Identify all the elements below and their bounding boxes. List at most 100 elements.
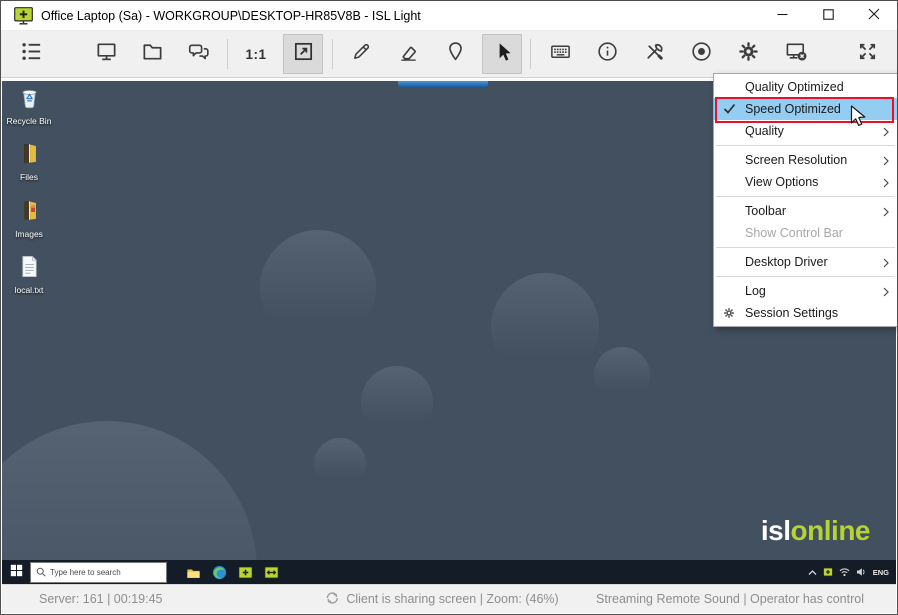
background-bubble <box>260 230 376 346</box>
record-button[interactable] <box>681 34 721 74</box>
desktop-icon-label: Files <box>20 172 38 183</box>
checkmark-icon <box>723 102 736 115</box>
desktop-icon-local-txt[interactable]: local.txt <box>5 253 53 295</box>
desktop-icon-label: local.txt <box>14 285 44 296</box>
isl-light-app-icon <box>14 6 33 25</box>
menu-item-show-control-bar: Show Control Bar <box>745 226 843 240</box>
menu-item-quality-optimized[interactable]: Quality Optimized <box>714 76 897 98</box>
minimize-icon <box>777 7 788 25</box>
maximize-button[interactable] <box>805 1 851 30</box>
file-explorer-taskbar-icon[interactable] <box>180 560 206 585</box>
monitor-button[interactable] <box>86 34 126 74</box>
menu-item-session-settings[interactable]: Session Settings <box>714 302 897 324</box>
recycle-bin-icon <box>16 84 43 116</box>
tools-icon <box>643 40 666 68</box>
remote-taskbar: ENG <box>2 560 896 585</box>
menu-item-screen-resolution[interactable]: Screen Resolution <box>714 149 897 171</box>
menu-item-log[interactable]: Log <box>714 280 897 302</box>
menu-item-toolbar[interactable]: Toolbar <box>714 200 897 222</box>
background-bubble <box>491 273 599 381</box>
files-folder-icon <box>16 140 43 172</box>
window-controls <box>759 1 897 30</box>
toolbar: 1:1 <box>1 31 897 78</box>
submenu-arrow-icon <box>883 126 889 137</box>
actual-size-button[interactable]: 1:1 <box>236 34 276 74</box>
draw-button[interactable] <box>341 34 381 74</box>
toolbar-separator <box>227 39 228 69</box>
isl-light-window: Office Laptop (Sa) - WORKGROUP\DESKTOP-H… <box>0 0 898 615</box>
keyboard-button[interactable] <box>540 34 580 74</box>
fit-screen-button[interactable] <box>283 34 323 74</box>
menu-item-quality[interactable]: Quality <box>714 120 897 142</box>
system-info-button[interactable] <box>587 34 627 74</box>
start-button[interactable] <box>2 560 30 585</box>
menu-separator <box>716 276 895 277</box>
tray-network-icon[interactable] <box>839 564 850 582</box>
menu-item-desktop-driver[interactable]: Desktop Driver <box>714 251 897 273</box>
desktop-icon-label: Images <box>15 228 43 239</box>
system-tray: ENG <box>808 560 896 585</box>
end-session-button[interactable] <box>776 34 816 74</box>
menu-separator <box>716 247 895 248</box>
minimize-button[interactable] <box>759 1 805 30</box>
eraser-icon <box>397 40 420 68</box>
record-icon <box>690 40 713 68</box>
taskbar-search[interactable] <box>30 562 167 583</box>
keyboard-icon <box>549 40 572 68</box>
cursor-button[interactable] <box>482 34 522 74</box>
status-server-info: Server: 161 | 00:19:45 <box>39 592 163 606</box>
tray-language-indicator[interactable]: ENG <box>873 568 889 577</box>
info-icon <box>596 40 619 68</box>
edge-browser-taskbar-icon[interactable] <box>206 560 232 585</box>
background-bubble <box>314 438 366 490</box>
search-input[interactable] <box>50 568 161 577</box>
actual-size-label: 1:1 <box>245 46 267 62</box>
view-options-menu: Quality Optimized Speed Optimized Qualit… <box>713 73 897 327</box>
isl-transfer-taskbar-icon[interactable] <box>258 560 284 585</box>
titlebar[interactable]: Office Laptop (Sa) - WORKGROUP\DESKTOP-H… <box>1 1 897 31</box>
pointer-pin-icon <box>444 40 467 68</box>
submenu-arrow-icon <box>883 155 889 166</box>
toolbar-separator <box>332 39 333 69</box>
isl-light-taskbar-icon[interactable] <box>232 560 258 585</box>
desktop-icon-recycle-bin[interactable]: Recycle Bin <box>5 84 53 126</box>
chat-button[interactable] <box>179 34 219 74</box>
menu-item-speed-optimized[interactable]: Speed Optimized <box>714 98 897 120</box>
session-list-button[interactable] <box>11 34 51 74</box>
control-bar-tab[interactable] <box>398 81 488 87</box>
admin-tools-button[interactable] <box>634 34 674 74</box>
folder-icon <box>141 40 164 68</box>
desktop-icon-images[interactable]: Images <box>5 197 53 239</box>
menu-separator <box>716 196 895 197</box>
close-icon <box>868 7 880 25</box>
file-transfer-button[interactable] <box>132 34 172 74</box>
laser-pointer-button[interactable] <box>435 34 475 74</box>
erase-button[interactable] <box>388 34 428 74</box>
desktop-icon-files[interactable]: Files <box>5 140 53 182</box>
desktop-icon-label: Recycle Bin <box>6 116 52 126</box>
background-bubble <box>361 366 433 438</box>
fullscreen-icon <box>856 40 879 68</box>
fullscreen-button[interactable] <box>847 34 887 74</box>
windows-logo-icon <box>10 564 23 582</box>
submenu-arrow-icon <box>883 286 889 297</box>
tray-chevron-icon[interactable] <box>808 564 817 582</box>
monitor-icon <box>95 40 118 68</box>
submenu-arrow-icon <box>883 177 889 188</box>
monitor-close-icon <box>785 40 808 68</box>
close-button[interactable] <box>851 1 897 30</box>
status-sound-control-info: Streaming Remote Sound | Operator has co… <box>596 592 864 606</box>
window-title: Office Laptop (Sa) - WORKGROUP\DESKTOP-H… <box>41 8 421 23</box>
chat-icon <box>188 40 211 68</box>
submenu-arrow-icon <box>883 206 889 217</box>
text-file-icon <box>16 253 43 285</box>
gear-icon <box>737 40 760 68</box>
menu-item-view-options[interactable]: View Options <box>714 171 897 193</box>
mouse-pointer-icon <box>847 104 866 134</box>
tray-volume-icon[interactable] <box>856 564 867 582</box>
submenu-arrow-icon <box>883 257 889 268</box>
fit-screen-icon <box>292 40 315 68</box>
settings-button[interactable] <box>728 34 768 74</box>
pencil-icon <box>350 40 373 68</box>
tray-isl-icon[interactable] <box>822 564 833 582</box>
